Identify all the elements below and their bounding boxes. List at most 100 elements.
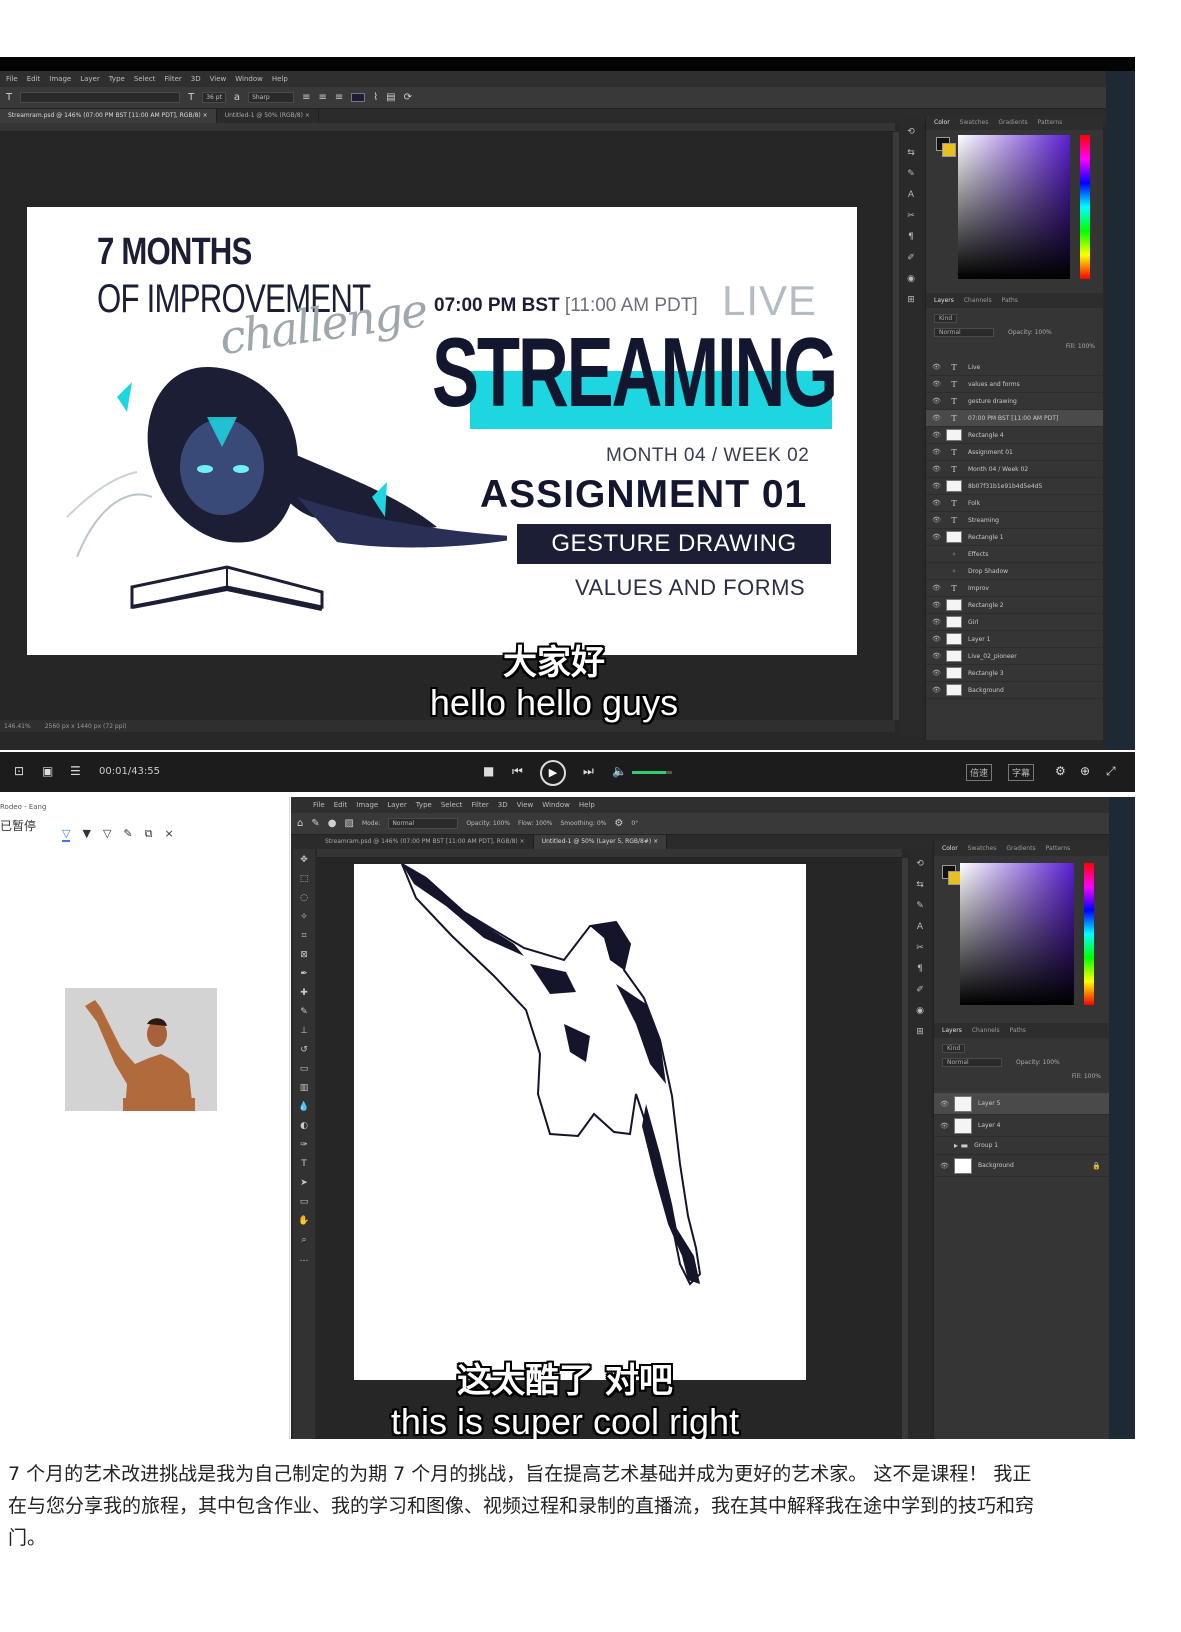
menu-layer[interactable]: Layer [387, 801, 407, 809]
visibility-eye-icon[interactable]: 👁 [932, 414, 941, 422]
layer-row[interactable]: ▸ ▬ Group 1 [934, 1137, 1109, 1155]
tab-swatches[interactable]: Swatches [968, 845, 997, 852]
tab-gradients[interactable]: Gradients [998, 119, 1027, 126]
menu-image[interactable]: Image [356, 801, 378, 809]
menu-help[interactable]: Help [272, 75, 288, 83]
eyedropper-icon[interactable]: ✒ [300, 969, 308, 979]
tab-layers[interactable]: Layers [934, 297, 954, 304]
visibility-eye-icon[interactable]: 👁 [940, 1162, 949, 1170]
pen-icon[interactable]: ✑ [300, 1140, 308, 1150]
paragraph-icon[interactable]: ¶ [908, 232, 914, 242]
visibility-eye-icon[interactable]: 👁 [932, 363, 941, 371]
layer-row[interactable]: 👁 T 07:00 PM BST [11:00 AM PDT] [926, 410, 1103, 427]
menu-filter[interactable]: Filter [471, 801, 488, 809]
layer-comps-icon[interactable]: ⊞ [916, 1027, 924, 1037]
character-icon[interactable]: A [917, 922, 923, 932]
visibility-eye-icon[interactable]: 👁 [932, 465, 941, 473]
tab-paths[interactable]: Paths [1002, 297, 1018, 304]
fill-field[interactable]: Fill: 100% [1072, 1073, 1101, 1080]
character-panel-icon[interactable]: ▤ [386, 92, 395, 103]
vertical-scrollbar[interactable] [902, 858, 908, 1439]
background-color-swatch[interactable] [942, 143, 956, 157]
layer-row[interactable]: 👁 Rectangle 1 [926, 529, 1103, 546]
tab-channels[interactable]: Channels [972, 1027, 1000, 1034]
blend-mode-select[interactable]: Normal [942, 1057, 1002, 1067]
tab-streamram[interactable]: Streamram.psd @ 146% (07:00 PM BST [11:0… [317, 835, 534, 849]
player-expand-icon[interactable]: ⤢ [1106, 764, 1116, 779]
brush-settings-icon[interactable]: ✎ [907, 169, 915, 179]
player-settings-icon[interactable]: ⚙ [1055, 764, 1066, 778]
layer-row[interactable]: 👁 Tgesture drawing [926, 393, 1103, 410]
text-color-swatch[interactable] [351, 93, 366, 102]
tab-swatches[interactable]: Swatches [960, 119, 989, 126]
history-brush-icon[interactable]: ↺ [300, 1045, 308, 1055]
crop-tool-icon[interactable]: ⌗ [301, 931, 306, 941]
volume-slider[interactable] [632, 771, 672, 774]
shape-icon[interactable]: ▭ [300, 1197, 309, 1207]
player-stop-icon[interactable]: ■ [483, 764, 494, 778]
layer-row[interactable]: 👁 Rectangle 2 [926, 597, 1103, 614]
character-icon[interactable]: A [908, 190, 914, 200]
copy-icon[interactable]: ⧉ [145, 827, 153, 842]
lasso-tool-icon[interactable]: ◌ [300, 893, 308, 903]
player-speed-button[interactable]: 倍速 [966, 764, 993, 781]
brush-tool-icon[interactable]: ✎ [311, 818, 319, 829]
menu-type[interactable]: Type [416, 801, 432, 809]
layer-row[interactable]: ◦ Effects [926, 546, 1103, 563]
tab-patterns[interactable]: Patterns [1046, 845, 1071, 852]
frame-tool-icon[interactable]: ⊠ [300, 950, 308, 960]
tab-untitled[interactable]: Untitled-1 @ 50% (RGB/8) × [217, 109, 319, 123]
menu-window[interactable]: Window [235, 75, 263, 83]
zoom-icon[interactable]: ⌕ [301, 1235, 306, 1245]
visibility-eye-icon[interactable]: 👁 [932, 516, 941, 524]
edit-icon[interactable]: ✎ [123, 827, 132, 842]
close-icon[interactable]: × [164, 827, 173, 842]
eraser-icon[interactable]: ▭ [300, 1064, 309, 1074]
menu-3d[interactable]: 3D [498, 801, 508, 809]
layer-filter-select[interactable]: Kind [934, 313, 958, 323]
visibility-eye-icon[interactable]: 👁 [932, 482, 941, 490]
tab-color[interactable]: Color [934, 119, 950, 126]
tools-icon[interactable]: ✂ [916, 943, 924, 953]
layer-row[interactable]: 👁 8b07f31b1e91b4d5e4d5 [926, 478, 1103, 495]
type-tool-icon[interactable]: T [6, 92, 12, 103]
antialias-field[interactable]: Sharp [248, 92, 295, 103]
mode-select[interactable]: Normal [388, 818, 459, 829]
player-prev-icon[interactable]: ⏮ [512, 764, 523, 779]
layer-row[interactable]: 👁 T Streaming [926, 512, 1103, 529]
vertical-scrollbar[interactable] [893, 132, 899, 720]
color-picker-field[interactable] [958, 135, 1070, 279]
visibility-eye-icon[interactable]: 👁 [932, 448, 941, 456]
layer-row[interactable]: 👁 T Assignment 01 [926, 444, 1103, 461]
player-fullscreen-icon[interactable]: ⊡ [14, 764, 24, 778]
menu-help[interactable]: Help [579, 801, 595, 809]
brush-icon[interactable]: ✐ [907, 253, 915, 263]
layer-row[interactable]: 👁 Background 🔒 [934, 1155, 1109, 1177]
paragraph-icon[interactable]: ¶ [917, 964, 923, 974]
flow-field[interactable]: Flow: 100% [518, 820, 552, 827]
opacity-field[interactable]: Opacity: 100% [1008, 329, 1052, 336]
tools-icon[interactable]: ✂ [907, 211, 915, 221]
quick-select-icon[interactable]: ✧ [300, 912, 308, 922]
shapes-icon[interactable]: ◉ [916, 1006, 924, 1016]
gesture-canvas[interactable] [354, 864, 806, 1380]
healing-icon[interactable]: ✚ [300, 988, 308, 998]
font-family-field[interactable] [20, 92, 181, 103]
tab-patterns[interactable]: Patterns [1038, 119, 1063, 126]
player-subtitle-button[interactable]: 字幕 [1008, 764, 1035, 781]
visibility-eye-icon[interactable]: 👁 [932, 618, 941, 626]
hue-slider[interactable] [1084, 863, 1094, 1005]
tab-paths[interactable]: Paths [1010, 1027, 1026, 1034]
player-pip-icon[interactable]: ▣ [42, 764, 53, 778]
filter-icon[interactable]: ▽ [103, 827, 111, 842]
player-list-icon[interactable]: ☰ [70, 764, 81, 778]
menu-edit[interactable]: Edit [27, 75, 41, 83]
layer-filter-select[interactable]: Kind [942, 1043, 966, 1053]
visibility-eye-icon[interactable]: 👁 [932, 431, 941, 439]
marquee-tool-icon[interactable]: ⬚ [300, 874, 309, 884]
player-volume-icon[interactable]: 🔈 [612, 764, 627, 778]
warp-text-icon[interactable]: ⌇ [373, 92, 378, 103]
adjust-icon[interactable]: ⇆ [907, 148, 915, 158]
adjust-icon[interactable]: ⇆ [916, 880, 924, 890]
brush-panel-icon[interactable]: ▨ [344, 818, 353, 829]
